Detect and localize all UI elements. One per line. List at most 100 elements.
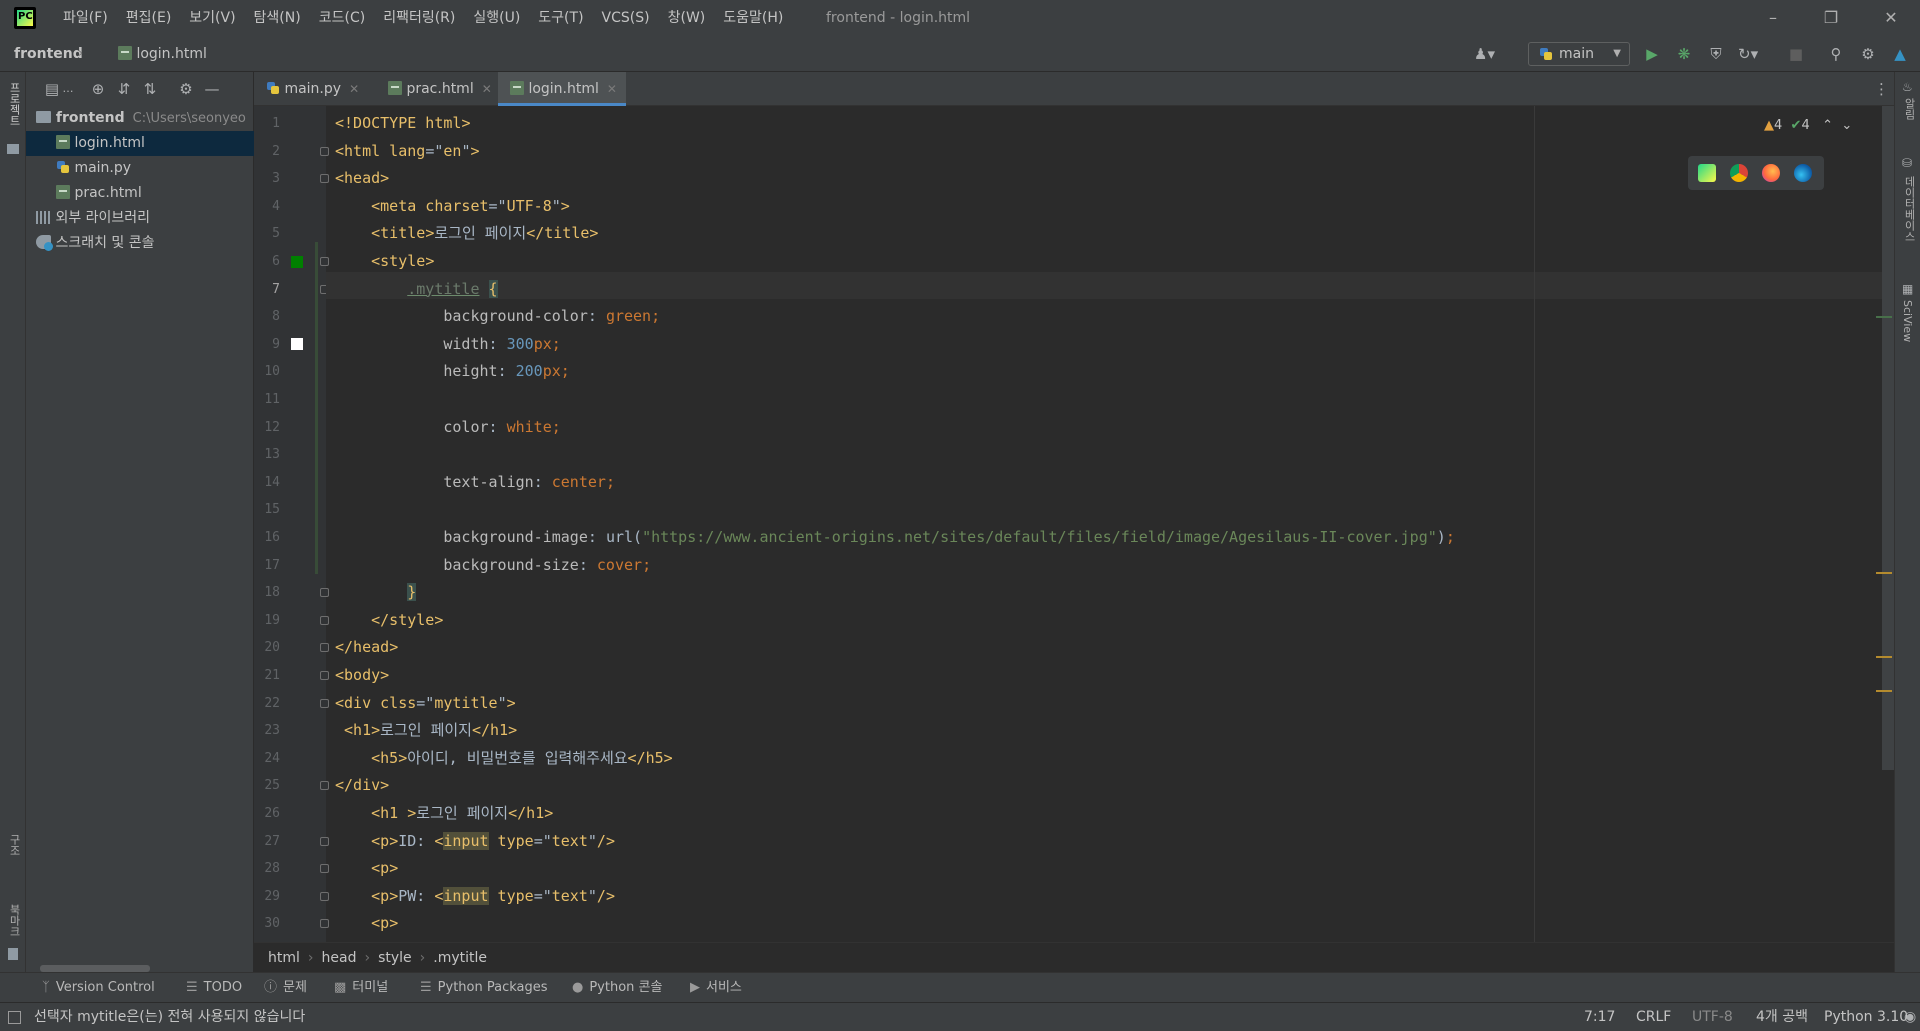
close-icon[interactable]: ✕ (482, 82, 492, 96)
line-number[interactable]: 8 (254, 303, 280, 331)
close-icon[interactable]: ✕ (607, 82, 617, 96)
pycharm-browser-icon[interactable] (1698, 164, 1716, 182)
line-number[interactable]: 7 (254, 276, 280, 304)
line-number[interactable]: 10 (254, 358, 280, 386)
tool-python-packages[interactable]: ☰ Python Packages (420, 973, 548, 1003)
line-number[interactable]: 2 (254, 138, 280, 166)
code-line[interactable]: <h1 >로그인 페이지</h1> (335, 800, 553, 828)
fold-marker-icon[interactable] (320, 919, 329, 929)
project-tool-tab[interactable]: 프로젝트 (6, 82, 22, 126)
menu-refactor[interactable]: 리팩터링(R) (374, 0, 464, 36)
line-number[interactable]: 12 (254, 414, 280, 442)
tree-root-frontend[interactable]: frontend C:\Users\seonyeo (26, 106, 254, 131)
caret-position[interactable]: 7:17 (1584, 1003, 1615, 1031)
expand-all-icon[interactable]: ⇵ (114, 80, 134, 98)
menu-tools[interactable]: 도구(T) (529, 0, 592, 36)
chrome-icon[interactable] (1730, 164, 1748, 182)
indent-setting[interactable]: 4개 공백 (1756, 1003, 1808, 1031)
line-number[interactable]: 28 (254, 855, 280, 883)
code-line[interactable]: } (335, 579, 417, 607)
notifications-tool-tab[interactable]: 알림 (1901, 98, 1917, 120)
code-line[interactable]: .mytitle { (335, 276, 498, 304)
code-line[interactable]: background-image: url("https://www.ancie… (335, 524, 1454, 552)
line-number[interactable]: 18 (254, 579, 280, 607)
tab-main-py[interactable]: main.py ✕ (254, 72, 368, 106)
hide-panel-icon[interactable]: — (202, 80, 222, 98)
tree-item-prac-html[interactable]: prac.html (26, 181, 254, 206)
run-icon[interactable]: ▶ (1642, 44, 1662, 64)
search-icon[interactable]: ⚲ (1826, 44, 1846, 64)
tree-scratches[interactable]: 스크래치 및 콘솔 (26, 231, 254, 256)
menu-vcs[interactable]: VCS(S) (593, 0, 659, 36)
horizontal-scrollbar[interactable] (40, 965, 150, 972)
lock-icon[interactable]: ◉ (1904, 1003, 1916, 1031)
code-line[interactable]: </style> (335, 607, 443, 635)
tool-terminal[interactable]: ▩ 터미널 (334, 973, 388, 1003)
inspection-widget[interactable]: ▲4 ✔4 ⌃ ⌄ (1764, 118, 1852, 133)
fold-marker-icon[interactable] (320, 643, 329, 653)
fold-marker-icon[interactable] (320, 174, 329, 184)
code-line[interactable]: text-align: center; (335, 469, 615, 497)
fold-marker-icon[interactable] (320, 146, 329, 156)
breadcrumb-style[interactable]: style (378, 950, 412, 966)
pycharm-logo-icon[interactable]: PC (14, 7, 36, 29)
fold-marker-icon[interactable] (320, 891, 329, 901)
menu-help[interactable]: 도움말(H) (714, 0, 792, 36)
code-line[interactable]: <p>PW: <input type="text"/> (335, 883, 615, 911)
line-number[interactable]: 23 (254, 717, 280, 745)
code-line[interactable]: <h5>아이디, 비밀번호를 입력해주세요</h5> (335, 745, 673, 773)
fold-marker-icon[interactable] (320, 836, 329, 846)
tool-version-control[interactable]: ᛉ Version Control (42, 973, 155, 1003)
code-line[interactable]: <body> (335, 662, 389, 690)
code-line[interactable]: width: 300px; (335, 331, 560, 359)
coverage-icon[interactable]: ⛨ (1706, 44, 1726, 64)
code-line[interactable]: <p> (335, 855, 398, 883)
menu-window[interactable]: 창(W) (659, 0, 715, 36)
menu-view[interactable]: 보기(V) (180, 0, 244, 36)
code-line[interactable]: </head> (335, 634, 398, 662)
code-line[interactable]: color: white; (335, 414, 560, 442)
code-line[interactable]: <head> (335, 165, 389, 193)
collapse-all-icon[interactable]: ⇅ (140, 80, 160, 98)
line-number[interactable]: 26 (254, 800, 280, 828)
menu-edit[interactable]: 편집(E) (117, 0, 181, 36)
debug-icon[interactable]: ❋ (1674, 44, 1694, 64)
code-line[interactable]: <meta charset="UTF-8"> (335, 193, 570, 221)
tab-login-html[interactable]: login.html ✕ (498, 72, 626, 106)
nav-project-crumb[interactable]: frontend (14, 36, 83, 72)
code-line[interactable]: <div clss="mytitle"> (335, 690, 516, 718)
firefox-icon[interactable] (1762, 164, 1780, 182)
warning-stripe[interactable] (1876, 572, 1892, 574)
line-number[interactable]: 6 (254, 248, 280, 276)
tool-python-console[interactable]: ● Python 콘솔 (572, 973, 662, 1003)
breadcrumb-html[interactable]: html (268, 950, 300, 966)
fold-marker-icon[interactable] (320, 671, 329, 680)
breadcrumb-head[interactable]: head (322, 950, 357, 966)
line-separator[interactable]: CRLF (1636, 1003, 1671, 1031)
code-line[interactable]: <title>로그인 페이지</title> (335, 220, 598, 248)
database-tool-tab[interactable]: 데이터베이스 (1901, 176, 1917, 242)
sciview-tool-tab[interactable]: SciView (1901, 300, 1914, 342)
gear-icon[interactable]: ⚙ (1858, 44, 1878, 64)
line-number[interactable]: 3 (254, 165, 280, 193)
line-number[interactable]: 20 (254, 634, 280, 662)
line-number[interactable]: 22 (254, 690, 280, 718)
tree-item-login-html[interactable]: login.html (26, 131, 254, 156)
fold-marker-icon[interactable] (320, 257, 329, 266)
structure-tool-tab[interactable]: 구조 (6, 834, 22, 856)
locate-file-icon[interactable]: ⊕ (88, 80, 108, 98)
close-window-button[interactable]: ✕ (1862, 0, 1920, 36)
stop-icon[interactable]: ■ (1786, 44, 1806, 64)
line-number[interactable]: 1 (254, 110, 280, 138)
more-tabs-icon[interactable]: ⋮ (1874, 80, 1889, 98)
line-number[interactable]: 29 (254, 883, 280, 911)
tree-external-libraries[interactable]: 외부 라이브러리 (26, 206, 254, 231)
code-line[interactable]: <p>ID: <input type="text"/> (335, 828, 615, 856)
line-number[interactable]: 9 (254, 331, 280, 359)
tool-todo[interactable]: ☰ TODO (186, 973, 242, 1003)
code-line[interactable]: <p> (335, 910, 398, 938)
close-icon[interactable]: ✕ (349, 82, 359, 96)
restore-button[interactable]: ❐ (1802, 0, 1860, 36)
plugin-logo-icon[interactable]: ▲ (1890, 44, 1910, 64)
line-number[interactable]: 27 (254, 828, 280, 856)
